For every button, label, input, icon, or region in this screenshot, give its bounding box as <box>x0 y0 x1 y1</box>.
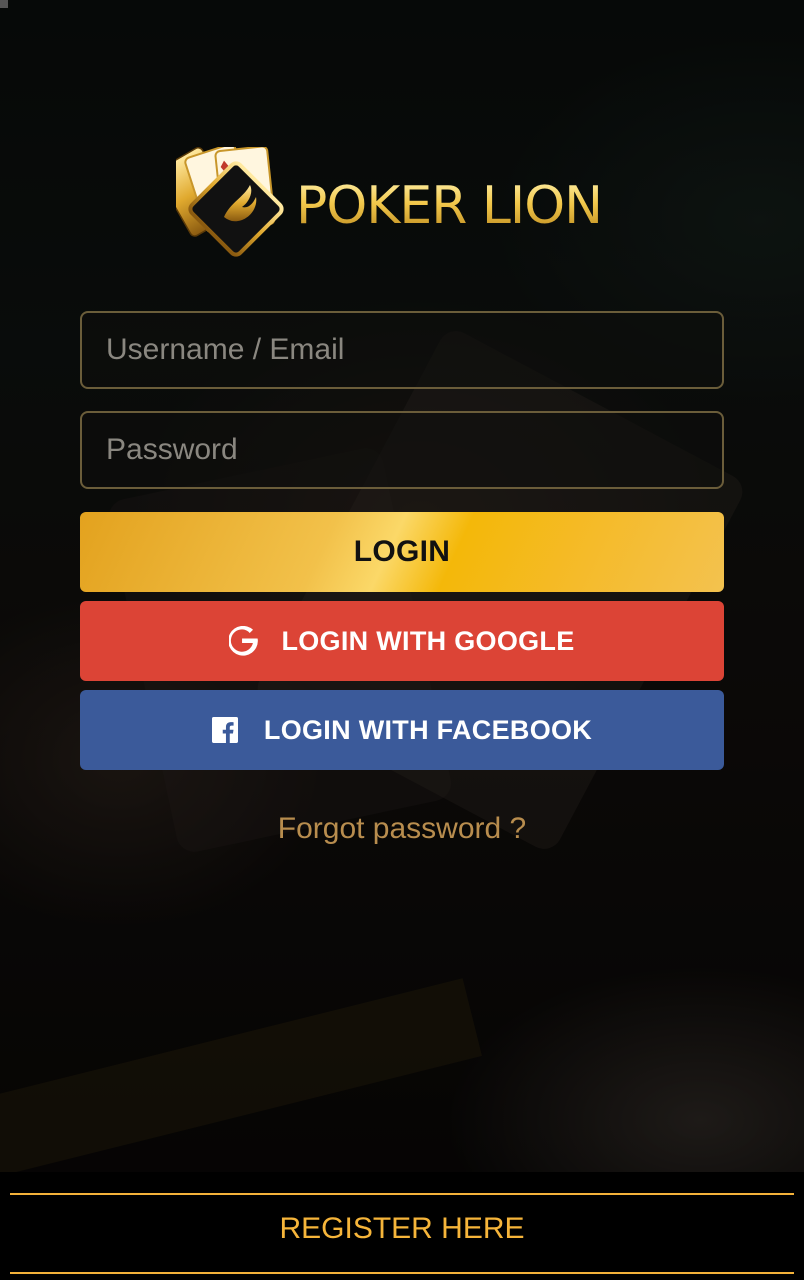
password-input[interactable] <box>80 411 724 489</box>
app-logo: POKER LION <box>176 146 628 258</box>
status-indicator <box>0 0 8 8</box>
register-here-link[interactable]: REGISTER HERE <box>0 1212 804 1246</box>
login-with-google-label: LOGIN WITH GOOGLE <box>281 625 575 656</box>
username-email-input[interactable] <box>80 311 724 389</box>
footer-divider-top <box>10 1193 794 1195</box>
google-g-icon <box>229 626 259 656</box>
login-button[interactable]: LOGIN <box>80 512 724 592</box>
app-logo-text: POKER LION <box>296 176 603 236</box>
footer-bar: REGISTER HERE <box>0 1172 804 1280</box>
playing-cards-icon <box>176 147 284 257</box>
facebook-f-icon <box>211 715 242 745</box>
forgot-password-link[interactable]: Forgot password ? <box>0 812 804 846</box>
login-button-label: LOGIN <box>353 535 451 568</box>
login-with-google-button[interactable]: LOGIN WITH GOOGLE <box>80 601 724 681</box>
login-with-facebook-button[interactable]: LOGIN WITH FACEBOOK <box>80 690 724 770</box>
footer-divider-bottom <box>10 1272 794 1274</box>
login-with-facebook-label: LOGIN WITH FACEBOOK <box>263 714 593 745</box>
